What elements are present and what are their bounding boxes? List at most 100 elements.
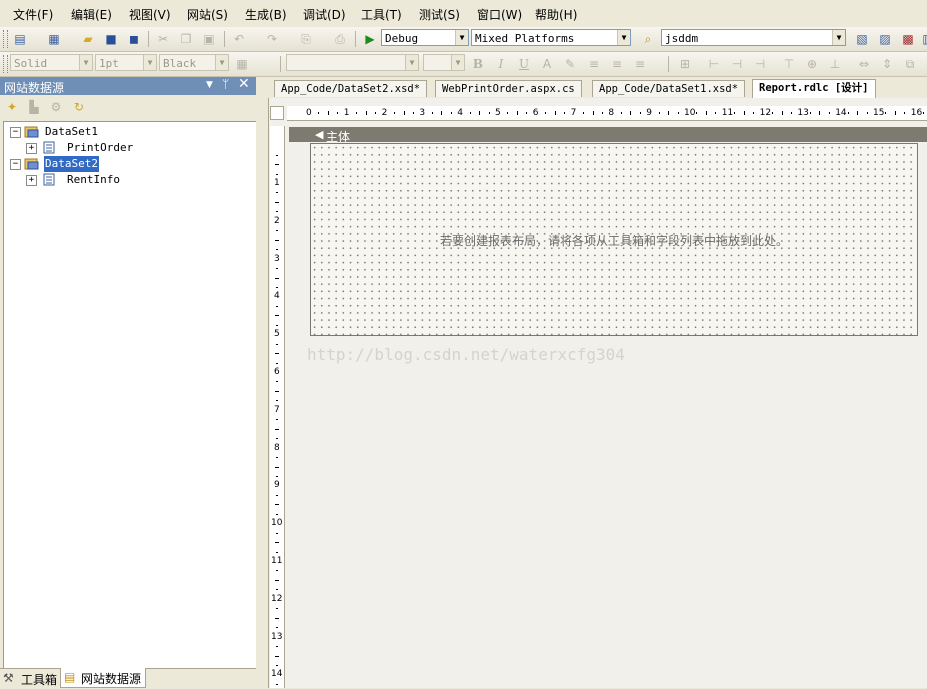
align-center-icon[interactable]: ≡ — [609, 56, 625, 72]
font-color-button[interactable]: A — [539, 56, 555, 72]
menu-edit[interactable]: 编辑(E) — [71, 6, 112, 23]
align-tops-icon[interactable]: ⊤ — [781, 56, 797, 72]
undo-icon[interactable]: ↶ — [231, 31, 247, 47]
menu-view[interactable]: 视图(V) — [129, 6, 171, 23]
underline-button[interactable]: U — [516, 56, 532, 72]
toolbar-grip[interactable] — [3, 30, 8, 48]
copy-icon[interactable]: ❐ — [178, 31, 194, 47]
align-right-icon[interactable]: ≡ — [632, 56, 648, 72]
open-file-icon[interactable]: ▰ — [80, 31, 96, 47]
menu-debug[interactable]: 调试(D) — [303, 6, 346, 23]
navigate-forward-icon[interactable]: ⎙ — [332, 31, 348, 47]
tab-toolbox[interactable]: ⚒ 工具箱 — [0, 669, 58, 688]
vruler-tick — [276, 419, 278, 421]
chevron-down-icon[interactable]: ▼ — [832, 30, 845, 45]
add-datasource-icon[interactable]: ✦ — [4, 99, 20, 115]
redo-icon[interactable]: ↷ — [264, 31, 280, 47]
find-in-files-icon[interactable]: ⌕ — [640, 31, 656, 47]
border-color-select[interactable]: Black ▼ — [159, 54, 229, 71]
chevron-down-icon[interactable]: ▼ — [143, 55, 156, 70]
align-middles-icon[interactable]: ⊕ — [804, 56, 820, 72]
align-to-grid-icon[interactable]: ⊞ — [677, 56, 693, 72]
tab-webprintorder-cs[interactable]: WebPrintOrder.aspx.cs — [435, 80, 582, 97]
vruler-tick — [275, 390, 279, 392]
find-combo[interactable]: jsddm ▼ — [661, 29, 846, 46]
tab-report-rdlc[interactable]: Report.rdlc [设计] — [752, 79, 876, 98]
paste-icon[interactable]: ▣ — [201, 31, 217, 47]
save-all-icon[interactable]: ◼ — [126, 31, 142, 47]
vruler-label: 14 — [271, 669, 283, 680]
menu-tools[interactable]: 工具(T) — [361, 6, 402, 23]
save-icon[interactable]: ■ — [103, 31, 119, 47]
properties-icon[interactable]: ▨ — [877, 31, 893, 47]
hruler-tick — [375, 112, 377, 114]
toolbar-grip[interactable] — [3, 55, 8, 73]
chevron-down-icon[interactable]: ▼ — [215, 55, 228, 70]
menu-website[interactable]: 网站(S) — [187, 6, 228, 23]
vruler-tick — [276, 286, 278, 288]
tab-dataset2-xsd[interactable]: App_Code/DataSet2.xsd* — [274, 80, 428, 97]
cut-icon[interactable]: ✂ — [155, 31, 171, 47]
solution-config-select[interactable]: Debug ▼ — [381, 29, 469, 46]
expand-icon[interactable]: + — [26, 143, 37, 154]
tab-dataset1-xsd[interactable]: App_Code/DataSet1.xsd* — [592, 80, 746, 97]
solution-platform-select[interactable]: Mixed Platforms ▼ — [471, 29, 631, 46]
menu-build[interactable]: 生成(B) — [245, 6, 287, 23]
navigate-backward-icon[interactable]: ⎘ — [298, 31, 314, 47]
hruler-tick — [790, 112, 792, 114]
menu-file[interactable]: 文件(F) — [13, 6, 53, 23]
bold-button[interactable]: B — [470, 56, 486, 72]
add-new-item-icon[interactable]: ▤ — [12, 31, 28, 47]
body-band-header[interactable]: ◀ 主体 — [289, 127, 927, 144]
tab-datasources[interactable]: ▤ 网站数据源 — [60, 668, 146, 688]
italic-button[interactable]: I — [493, 56, 509, 72]
make-same-height-icon[interactable]: ⇕ — [879, 56, 895, 72]
hruler-tick — [772, 112, 774, 114]
vruler-tick — [276, 362, 278, 364]
align-bottoms-icon[interactable]: ⊥ — [827, 56, 843, 72]
hruler-tick — [885, 112, 887, 114]
align-centers-icon[interactable]: ⊣ — [729, 56, 745, 72]
watermark: http://blog.csdn.net/waterxcfg304 — [307, 345, 625, 364]
collapse-icon[interactable]: − — [10, 127, 21, 138]
border-style-select[interactable]: Solid ▼ — [10, 54, 93, 71]
chevron-down-icon[interactable]: ▼ — [455, 30, 468, 45]
close-icon[interactable]: ✕ — [238, 76, 250, 92]
chevron-down-icon[interactable]: ▼ — [79, 55, 92, 70]
border-width-select[interactable]: 1pt ▼ — [95, 54, 157, 71]
menu-window[interactable]: 窗口(W) — [477, 6, 522, 23]
datasource-toolbar: ✦ ▙ ⚙ ↻ — [0, 95, 256, 120]
align-rights-icon[interactable]: ⊣ — [752, 56, 768, 72]
menu-help[interactable]: 帮助(H) — [535, 6, 577, 23]
toolbox-icon[interactable]: ▩ — [900, 31, 916, 47]
make-same-size-icon[interactable]: ⧉ — [902, 56, 918, 72]
hruler-tick — [668, 111, 670, 115]
panel-splitter[interactable] — [256, 77, 268, 688]
expand-icon[interactable]: + — [26, 175, 37, 186]
font-size-select[interactable]: ▼ — [423, 54, 465, 71]
start-debugging-icon[interactable]: ▶ — [362, 31, 378, 47]
hruler-tick — [847, 112, 849, 114]
object-browser-icon[interactable]: ▥ — [920, 31, 927, 47]
chevron-down-icon[interactable]: ▼ — [617, 30, 630, 45]
tab-label: 工具箱 — [21, 673, 58, 687]
edit-datasource-icon[interactable]: ▙ — [26, 99, 42, 115]
vruler-tick — [275, 466, 279, 468]
panel-dropdown-icon[interactable]: ▼ — [206, 80, 213, 90]
make-same-width-icon[interactable]: ⇔ — [856, 56, 872, 72]
border-icon[interactable]: ▦ — [234, 56, 250, 72]
add-item-icon[interactable]: ▦ — [46, 31, 62, 47]
chevron-down-icon[interactable]: ▼ — [405, 55, 418, 70]
collapse-icon[interactable]: − — [10, 159, 21, 170]
refresh-icon[interactable]: ↻ — [71, 99, 87, 115]
align-left-icon[interactable]: ≡ — [586, 56, 602, 72]
chevron-down-icon[interactable]: ▼ — [451, 55, 464, 70]
pin-icon[interactable]: ᛘ — [222, 77, 229, 91]
menu-test[interactable]: 测试(S) — [419, 6, 460, 23]
align-lefts-icon[interactable]: ⊢ — [706, 56, 722, 72]
configure-icon[interactable]: ⚙ — [48, 99, 64, 115]
hruler-tick — [412, 112, 414, 114]
solution-explorer-icon[interactable]: ▧ — [854, 31, 870, 47]
font-family-select[interactable]: ▼ — [286, 54, 419, 71]
background-color-icon[interactable]: ✎ — [562, 56, 578, 72]
